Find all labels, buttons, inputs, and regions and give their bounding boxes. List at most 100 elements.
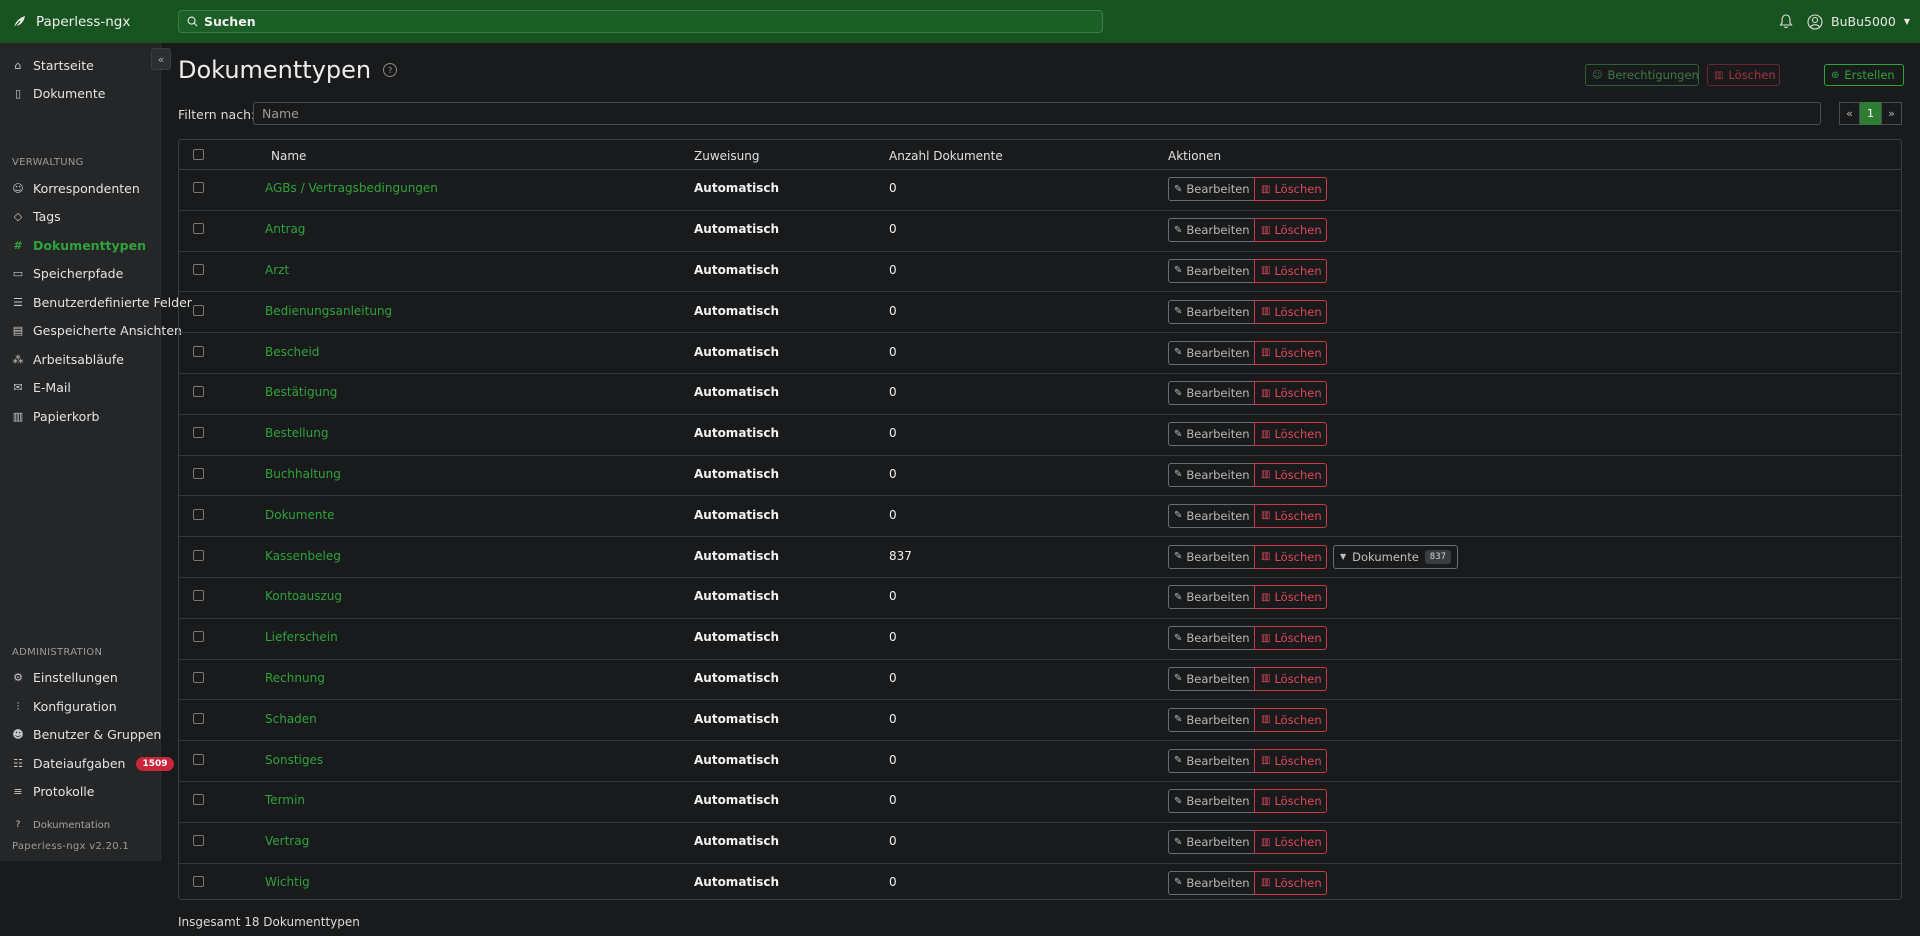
- delete-button[interactable]: ▥ Löschen: [1254, 218, 1327, 243]
- edit-button[interactable]: ✎ Bearbeiten: [1168, 422, 1255, 447]
- delete-button[interactable]: ▥ Löschen: [1254, 748, 1327, 773]
- row-name-link[interactable]: Antrag: [265, 222, 305, 236]
- edit-button[interactable]: ✎ Bearbeiten: [1168, 258, 1255, 283]
- row-name-link[interactable]: Termin: [265, 793, 305, 807]
- delete-button[interactable]: ▥ Löschen: [1254, 666, 1327, 691]
- delete-button[interactable]: ▥ Löschen: [1254, 626, 1327, 651]
- sidebar-item-email[interactable]: ✉ E-Mail: [12, 380, 70, 395]
- row-name-link[interactable]: Bestellung: [265, 426, 328, 440]
- row-name-link[interactable]: Kassenbeleg: [265, 549, 341, 563]
- delete-button[interactable]: ▥ Löschen: [1254, 177, 1327, 202]
- row-name-link[interactable]: Dokumente: [265, 508, 335, 522]
- sidebar-item-arbeitsablaeufe[interactable]: ⁂ Arbeitsabläufe: [12, 352, 124, 367]
- edit-button[interactable]: ✎ Bearbeiten: [1168, 870, 1255, 895]
- delete-button[interactable]: ▥ Löschen: [1254, 503, 1327, 528]
- row-checkbox[interactable]: [193, 304, 204, 316]
- row-checkbox[interactable]: [193, 223, 204, 235]
- sidebar-item-korrespondenten[interactable]: ☺ Korrespondenten: [12, 181, 140, 196]
- edit-button[interactable]: ✎ Bearbeiten: [1168, 381, 1255, 406]
- delete-button[interactable]: ▥ Löschen: [1254, 789, 1327, 814]
- row-name-link[interactable]: Schaden: [265, 712, 317, 726]
- collapse-sidebar-button[interactable]: «: [151, 48, 171, 70]
- row-checkbox[interactable]: [193, 182, 204, 194]
- row-name-link[interactable]: Lieferschein: [265, 630, 338, 644]
- documentation-link[interactable]: ? Dokumentation: [12, 819, 110, 831]
- row-checkbox[interactable]: [193, 386, 204, 398]
- sidebar-item-einstellungen[interactable]: ⚙ Einstellungen: [12, 670, 118, 685]
- bell-icon[interactable]: [1779, 14, 1793, 29]
- sidebar-item-benutzer-gruppen[interactable]: ☻ Benutzer & Gruppen: [12, 727, 161, 742]
- row-checkbox[interactable]: [193, 508, 204, 520]
- sidebar-item-dateiaufgaben[interactable]: ☷ Dateiaufgaben 1509: [12, 756, 174, 771]
- edit-button[interactable]: ✎ Bearbeiten: [1168, 218, 1255, 243]
- header-assignment[interactable]: Zuweisung: [694, 149, 759, 163]
- delete-button[interactable]: ▥ Löschen: [1254, 422, 1327, 447]
- header-name[interactable]: Name: [271, 149, 306, 163]
- delete-button[interactable]: ▥ Löschen: [1254, 381, 1327, 406]
- row-name-link[interactable]: Bescheid: [265, 345, 319, 359]
- bulk-delete-button[interactable]: ▥ Löschen: [1707, 64, 1780, 86]
- delete-button[interactable]: ▥ Löschen: [1254, 585, 1327, 610]
- sidebar-item-tags[interactable]: ◇ Tags: [12, 209, 61, 224]
- sidebar-item-konfiguration[interactable]: ⫶ Konfiguration: [12, 699, 117, 714]
- edit-button[interactable]: ✎ Bearbeiten: [1168, 626, 1255, 651]
- row-checkbox[interactable]: [193, 671, 204, 683]
- pagination-next[interactable]: »: [1881, 102, 1902, 125]
- edit-button[interactable]: ✎ Bearbeiten: [1168, 666, 1255, 691]
- search-input[interactable]: Suchen: [178, 10, 1103, 33]
- row-name-link[interactable]: Wichtig: [265, 875, 310, 889]
- delete-button[interactable]: ▥ Löschen: [1254, 299, 1327, 324]
- edit-button[interactable]: ✎ Bearbeiten: [1168, 340, 1255, 365]
- app-brand[interactable]: Paperless-ngx: [0, 14, 182, 30]
- row-name-link[interactable]: Bestätigung: [265, 385, 337, 399]
- pagination-prev[interactable]: «: [1839, 102, 1860, 125]
- row-checkbox[interactable]: [193, 712, 204, 724]
- row-name-link[interactable]: Kontoauszug: [265, 589, 342, 603]
- sidebar-item-speicherpfade[interactable]: ▭ Speicherpfade: [12, 266, 123, 281]
- sidebar-item-protokolle[interactable]: ≡ Protokolle: [12, 784, 94, 799]
- user-menu[interactable]: BuBu5000 ▼: [1807, 13, 1910, 30]
- sidebar-item-dokumenttypen[interactable]: # Dokumenttypen: [12, 238, 146, 253]
- edit-button[interactable]: ✎ Bearbeiten: [1168, 748, 1255, 773]
- row-checkbox[interactable]: [193, 875, 204, 887]
- row-checkbox[interactable]: [193, 263, 204, 275]
- help-icon[interactable]: ?: [383, 63, 398, 77]
- header-count[interactable]: Anzahl Dokumente: [889, 149, 1003, 163]
- row-name-link[interactable]: Bedienungsanleitung: [265, 304, 392, 318]
- sidebar-item-papierkorb[interactable]: ▥ Papierkorb: [12, 409, 100, 424]
- row-name-link[interactable]: AGBs / Vertragsbedingungen: [265, 181, 438, 195]
- row-checkbox[interactable]: [193, 345, 204, 357]
- row-name-link[interactable]: Rechnung: [265, 671, 325, 685]
- sidebar-item-gespeicherte-ansichten[interactable]: ▤ Gespeicherte Ansichten: [12, 323, 182, 338]
- filter-documents-button[interactable]: ▼ Dokumente 837: [1333, 544, 1459, 569]
- name-filter-input[interactable]: Name: [253, 102, 1821, 125]
- edit-button[interactable]: ✎ Bearbeiten: [1168, 585, 1255, 610]
- edit-button[interactable]: ✎ Bearbeiten: [1168, 503, 1255, 528]
- row-name-link[interactable]: Vertrag: [265, 834, 309, 848]
- row-checkbox[interactable]: [193, 590, 204, 602]
- row-checkbox[interactable]: [193, 794, 204, 806]
- delete-button[interactable]: ▥ Löschen: [1254, 462, 1327, 487]
- delete-button[interactable]: ▥ Löschen: [1254, 830, 1327, 855]
- delete-button[interactable]: ▥ Löschen: [1254, 870, 1327, 895]
- delete-button[interactable]: ▥ Löschen: [1254, 707, 1327, 732]
- row-checkbox[interactable]: [193, 631, 204, 643]
- edit-button[interactable]: ✎ Bearbeiten: [1168, 830, 1255, 855]
- row-checkbox[interactable]: [193, 753, 204, 765]
- row-checkbox[interactable]: [193, 835, 204, 847]
- sidebar-item-benutzerdefinierte-felder[interactable]: ☰ Benutzerdefinierte Felder: [12, 295, 192, 310]
- sidebar-item-startseite[interactable]: ⌂ Startseite: [12, 58, 94, 73]
- row-checkbox[interactable]: [193, 427, 204, 439]
- row-name-link[interactable]: Arzt: [265, 263, 289, 277]
- sidebar-item-dokumente[interactable]: ▯ Dokumente: [12, 86, 105, 101]
- pagination-page[interactable]: 1: [1860, 102, 1881, 125]
- delete-button[interactable]: ▥ Löschen: [1254, 258, 1327, 283]
- edit-button[interactable]: ✎ Bearbeiten: [1168, 462, 1255, 487]
- edit-button[interactable]: ✎ Bearbeiten: [1168, 544, 1255, 569]
- permissions-button[interactable]: ☺ Berechtigungen: [1585, 64, 1699, 86]
- row-checkbox[interactable]: [193, 467, 204, 479]
- delete-button[interactable]: ▥ Löschen: [1254, 544, 1327, 569]
- delete-button[interactable]: ▥ Löschen: [1254, 340, 1327, 365]
- edit-button[interactable]: ✎ Bearbeiten: [1168, 177, 1255, 202]
- create-button[interactable]: ⊕ Erstellen: [1824, 64, 1904, 86]
